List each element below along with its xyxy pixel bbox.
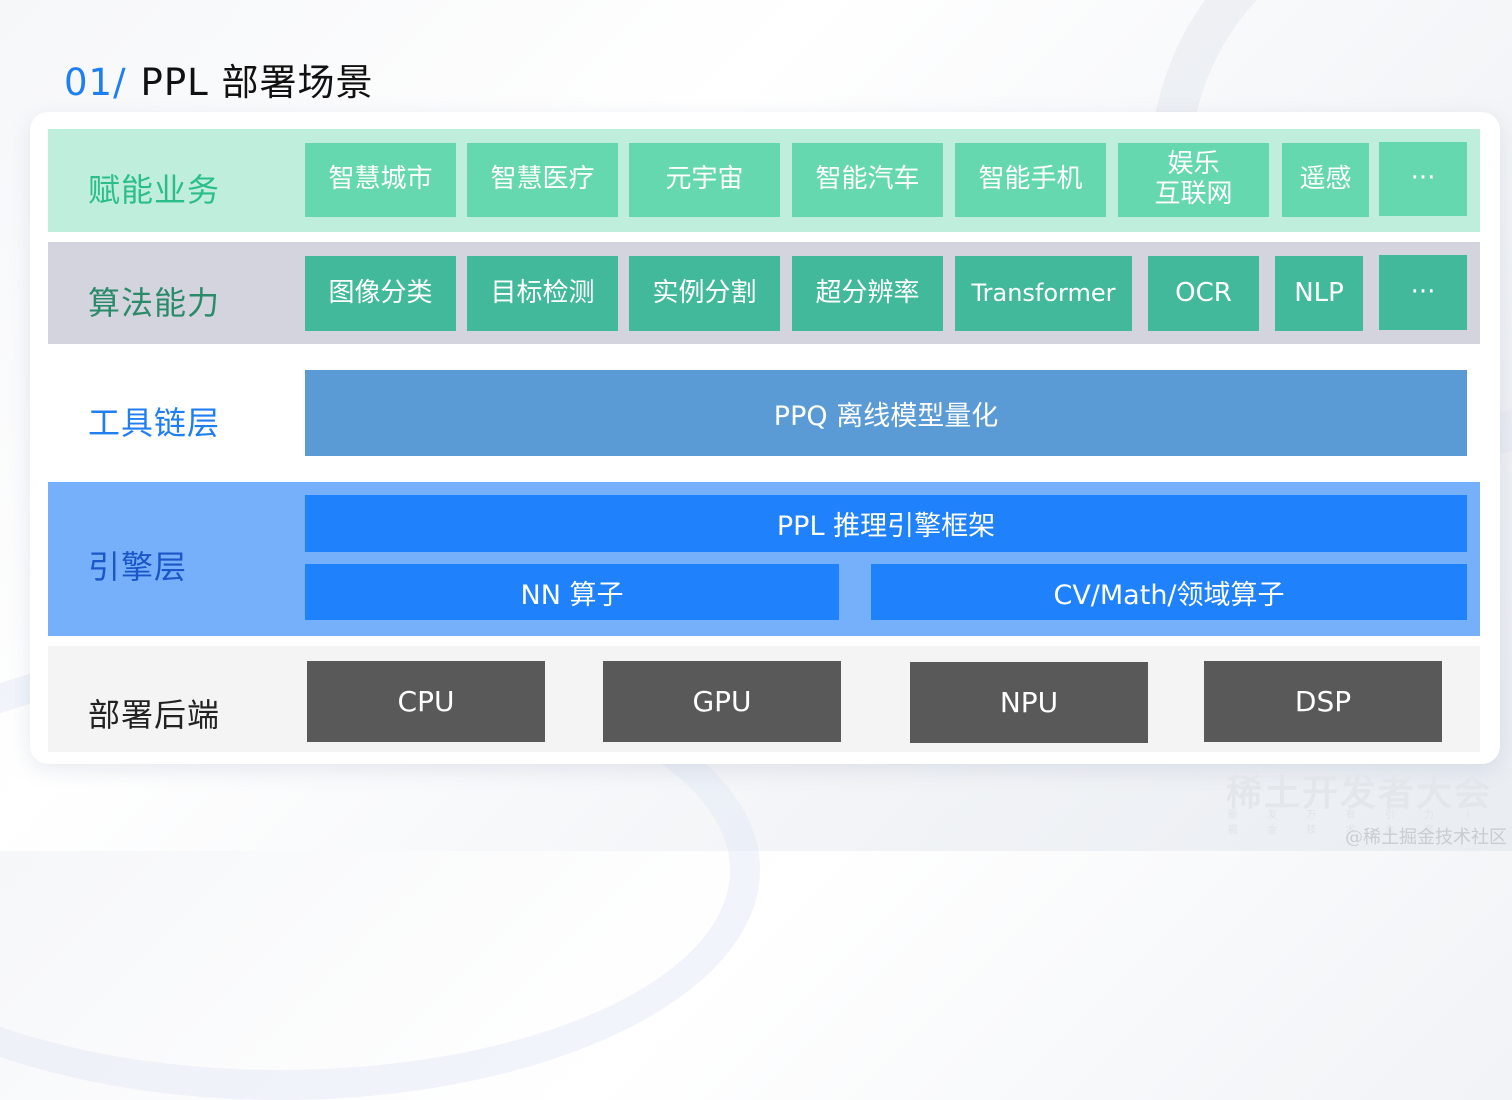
business-item: 元宇宙 [629, 143, 780, 217]
layer-algorithm-label: 算法能力 [88, 284, 221, 322]
algorithm-item-more: ··· [1379, 255, 1467, 330]
business-item: 智慧医疗 [467, 143, 618, 217]
business-item-more: ··· [1379, 142, 1467, 216]
algorithm-item: OCR [1148, 256, 1259, 331]
slide-title: 01/PPL 部署场景 [64, 52, 374, 106]
toolchain-ppq-block: PPQ 离线模型量化 [305, 370, 1467, 456]
layer-engine-label: 引擎层 [88, 548, 188, 586]
backend-npu: NPU [910, 662, 1148, 743]
watermark-credit: @稀土掘金技术社区 [1345, 827, 1507, 848]
algorithm-item: 实例分割 [629, 256, 780, 331]
algorithm-item: 超分辨率 [792, 256, 943, 331]
engine-nn-ops-block: NN 算子 [305, 564, 839, 620]
algorithm-item: NLP [1275, 256, 1363, 331]
slide-number: 01/ [64, 61, 127, 104]
algorithm-item: 目标检测 [467, 256, 618, 331]
slide-title-text: PPL 部署场景 [140, 61, 374, 104]
business-item: 遥感 [1282, 143, 1369, 217]
algorithm-item: 图像分类 [305, 256, 456, 331]
business-item: 智能手机 [955, 143, 1106, 217]
engine-domain-ops-block: CV/Math/领域算子 [871, 564, 1467, 620]
backend-cpu: CPU [307, 661, 545, 742]
business-item: 智能汽车 [792, 143, 943, 217]
business-item: 娱乐 互联网 [1118, 143, 1269, 217]
layer-business-label: 赋能业务 [88, 171, 221, 209]
layer-backend-label: 部署后端 [88, 696, 221, 734]
engine-framework-block: PPL 推理引擎框架 [305, 495, 1467, 552]
backend-dsp: DSP [1204, 661, 1442, 742]
business-item: 智慧城市 [305, 143, 456, 217]
layer-toolchain-label: 工具链层 [88, 404, 221, 442]
algorithm-item: Transformer [955, 256, 1132, 331]
backend-gpu: GPU [603, 661, 841, 742]
